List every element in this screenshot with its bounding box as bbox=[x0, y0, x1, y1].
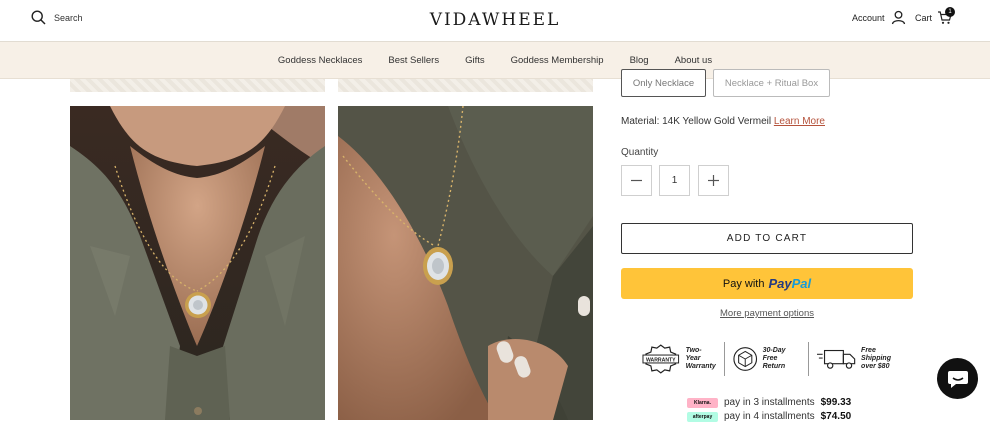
material-label: Material: 14K Yellow Gold Vermeil bbox=[621, 116, 772, 127]
warranty-icon: WARRANTY bbox=[642, 344, 680, 374]
badge-warranty: WARRANTY Two-Year Warranty bbox=[633, 344, 724, 374]
paypal-logo-part1: Pay bbox=[768, 276, 792, 291]
badge-warranty-line1: Two-Year bbox=[685, 347, 702, 362]
trust-badges: WARRANTY Two-Year Warranty 30-Day Free R… bbox=[633, 337, 913, 381]
user-icon bbox=[891, 10, 905, 25]
chat-bubble-icon bbox=[947, 370, 968, 388]
gallery-image-above-left[interactable] bbox=[70, 79, 325, 92]
klarna-logo: Klarna. bbox=[687, 397, 718, 408]
cart-count-badge: 1 bbox=[945, 7, 955, 17]
account-label: Account bbox=[852, 12, 885, 23]
nav-blog[interactable]: Blog bbox=[630, 55, 649, 66]
gallery-image-above-right[interactable] bbox=[338, 79, 593, 92]
account-link[interactable]: Account bbox=[852, 10, 906, 25]
nav-gifts[interactable]: Gifts bbox=[465, 55, 485, 66]
badge-return-line2: Free Return bbox=[762, 355, 786, 370]
nav-about-us[interactable]: About us bbox=[675, 55, 713, 66]
quantity-input[interactable] bbox=[659, 165, 690, 196]
afterpay-installment-text: pay in 4 installments bbox=[724, 411, 815, 422]
cart-label: Cart bbox=[915, 12, 933, 23]
necklace-model-photo-2 bbox=[338, 106, 593, 420]
add-to-cart-button[interactable]: ADD TO CART bbox=[621, 223, 913, 254]
badge-return-line1: 30-Day bbox=[762, 347, 786, 354]
afterpay-logo: afterpay bbox=[687, 411, 718, 422]
nav-goddess-membership[interactable]: Goddess Membership bbox=[511, 55, 604, 66]
badge-shipping-line2: over $80 bbox=[861, 363, 890, 370]
brand-logo[interactable]: VIDAWHEEL bbox=[0, 10, 990, 30]
material-info: Material: 14K Yellow Gold Vermeil Learn … bbox=[621, 116, 825, 127]
nav-best-sellers[interactable]: Best Sellers bbox=[388, 55, 439, 66]
badge-warranty-line2: Warranty bbox=[685, 363, 716, 370]
quantity-increase-button[interactable] bbox=[698, 165, 729, 196]
klarna-installment-amount: $99.33 bbox=[820, 397, 852, 408]
badge-return: 30-Day Free Return bbox=[725, 345, 807, 373]
quantity-label: Quantity bbox=[621, 147, 659, 158]
necklace-model-photo-1 bbox=[70, 106, 325, 420]
cart-link[interactable]: Cart 1 bbox=[915, 7, 955, 25]
return-box-icon bbox=[733, 347, 758, 371]
top-header: Search VIDAWHEEL Account Cart 1 bbox=[0, 0, 990, 42]
learn-more-link[interactable]: Learn More bbox=[774, 116, 825, 127]
afterpay-installment-amount: $74.50 bbox=[820, 411, 852, 422]
paypal-button[interactable]: Pay with Pay Pal bbox=[621, 268, 913, 299]
product-photo-2[interactable] bbox=[338, 106, 593, 420]
klarna-installment-text: pay in 3 installments bbox=[724, 397, 815, 408]
plus-icon bbox=[708, 175, 719, 186]
paypal-prefix: Pay with bbox=[722, 277, 765, 290]
paypal-logo-part2: Pal bbox=[791, 276, 812, 291]
chat-button[interactable] bbox=[937, 358, 978, 399]
main-nav: Goddess Necklaces Best Sellers Gifts God… bbox=[0, 42, 990, 79]
badge-shipping: Free Shipping over $80 bbox=[809, 346, 913, 372]
more-payment-options-link[interactable]: More payment options bbox=[621, 308, 913, 319]
product-photo-1[interactable] bbox=[70, 106, 325, 420]
quantity-decrease-button[interactable] bbox=[621, 165, 652, 196]
nav-goddess-necklaces[interactable]: Goddess Necklaces bbox=[278, 55, 362, 66]
warranty-stamp-text: WARRANTY bbox=[646, 357, 676, 363]
delivery-truck-icon bbox=[816, 349, 855, 369]
badge-shipping-line1: Free Shipping bbox=[861, 347, 891, 362]
minus-icon bbox=[631, 179, 642, 182]
klarna-installments[interactable]: Klarna. pay in 3 installments $99.33 bbox=[687, 397, 907, 408]
afterpay-installments[interactable]: afterpay pay in 4 installments $74.50 bbox=[687, 411, 907, 422]
variant-only-necklace[interactable]: Only Necklace bbox=[621, 69, 706, 97]
variant-necklace-ritual-box[interactable]: Necklace + Ritual Box bbox=[713, 69, 830, 97]
